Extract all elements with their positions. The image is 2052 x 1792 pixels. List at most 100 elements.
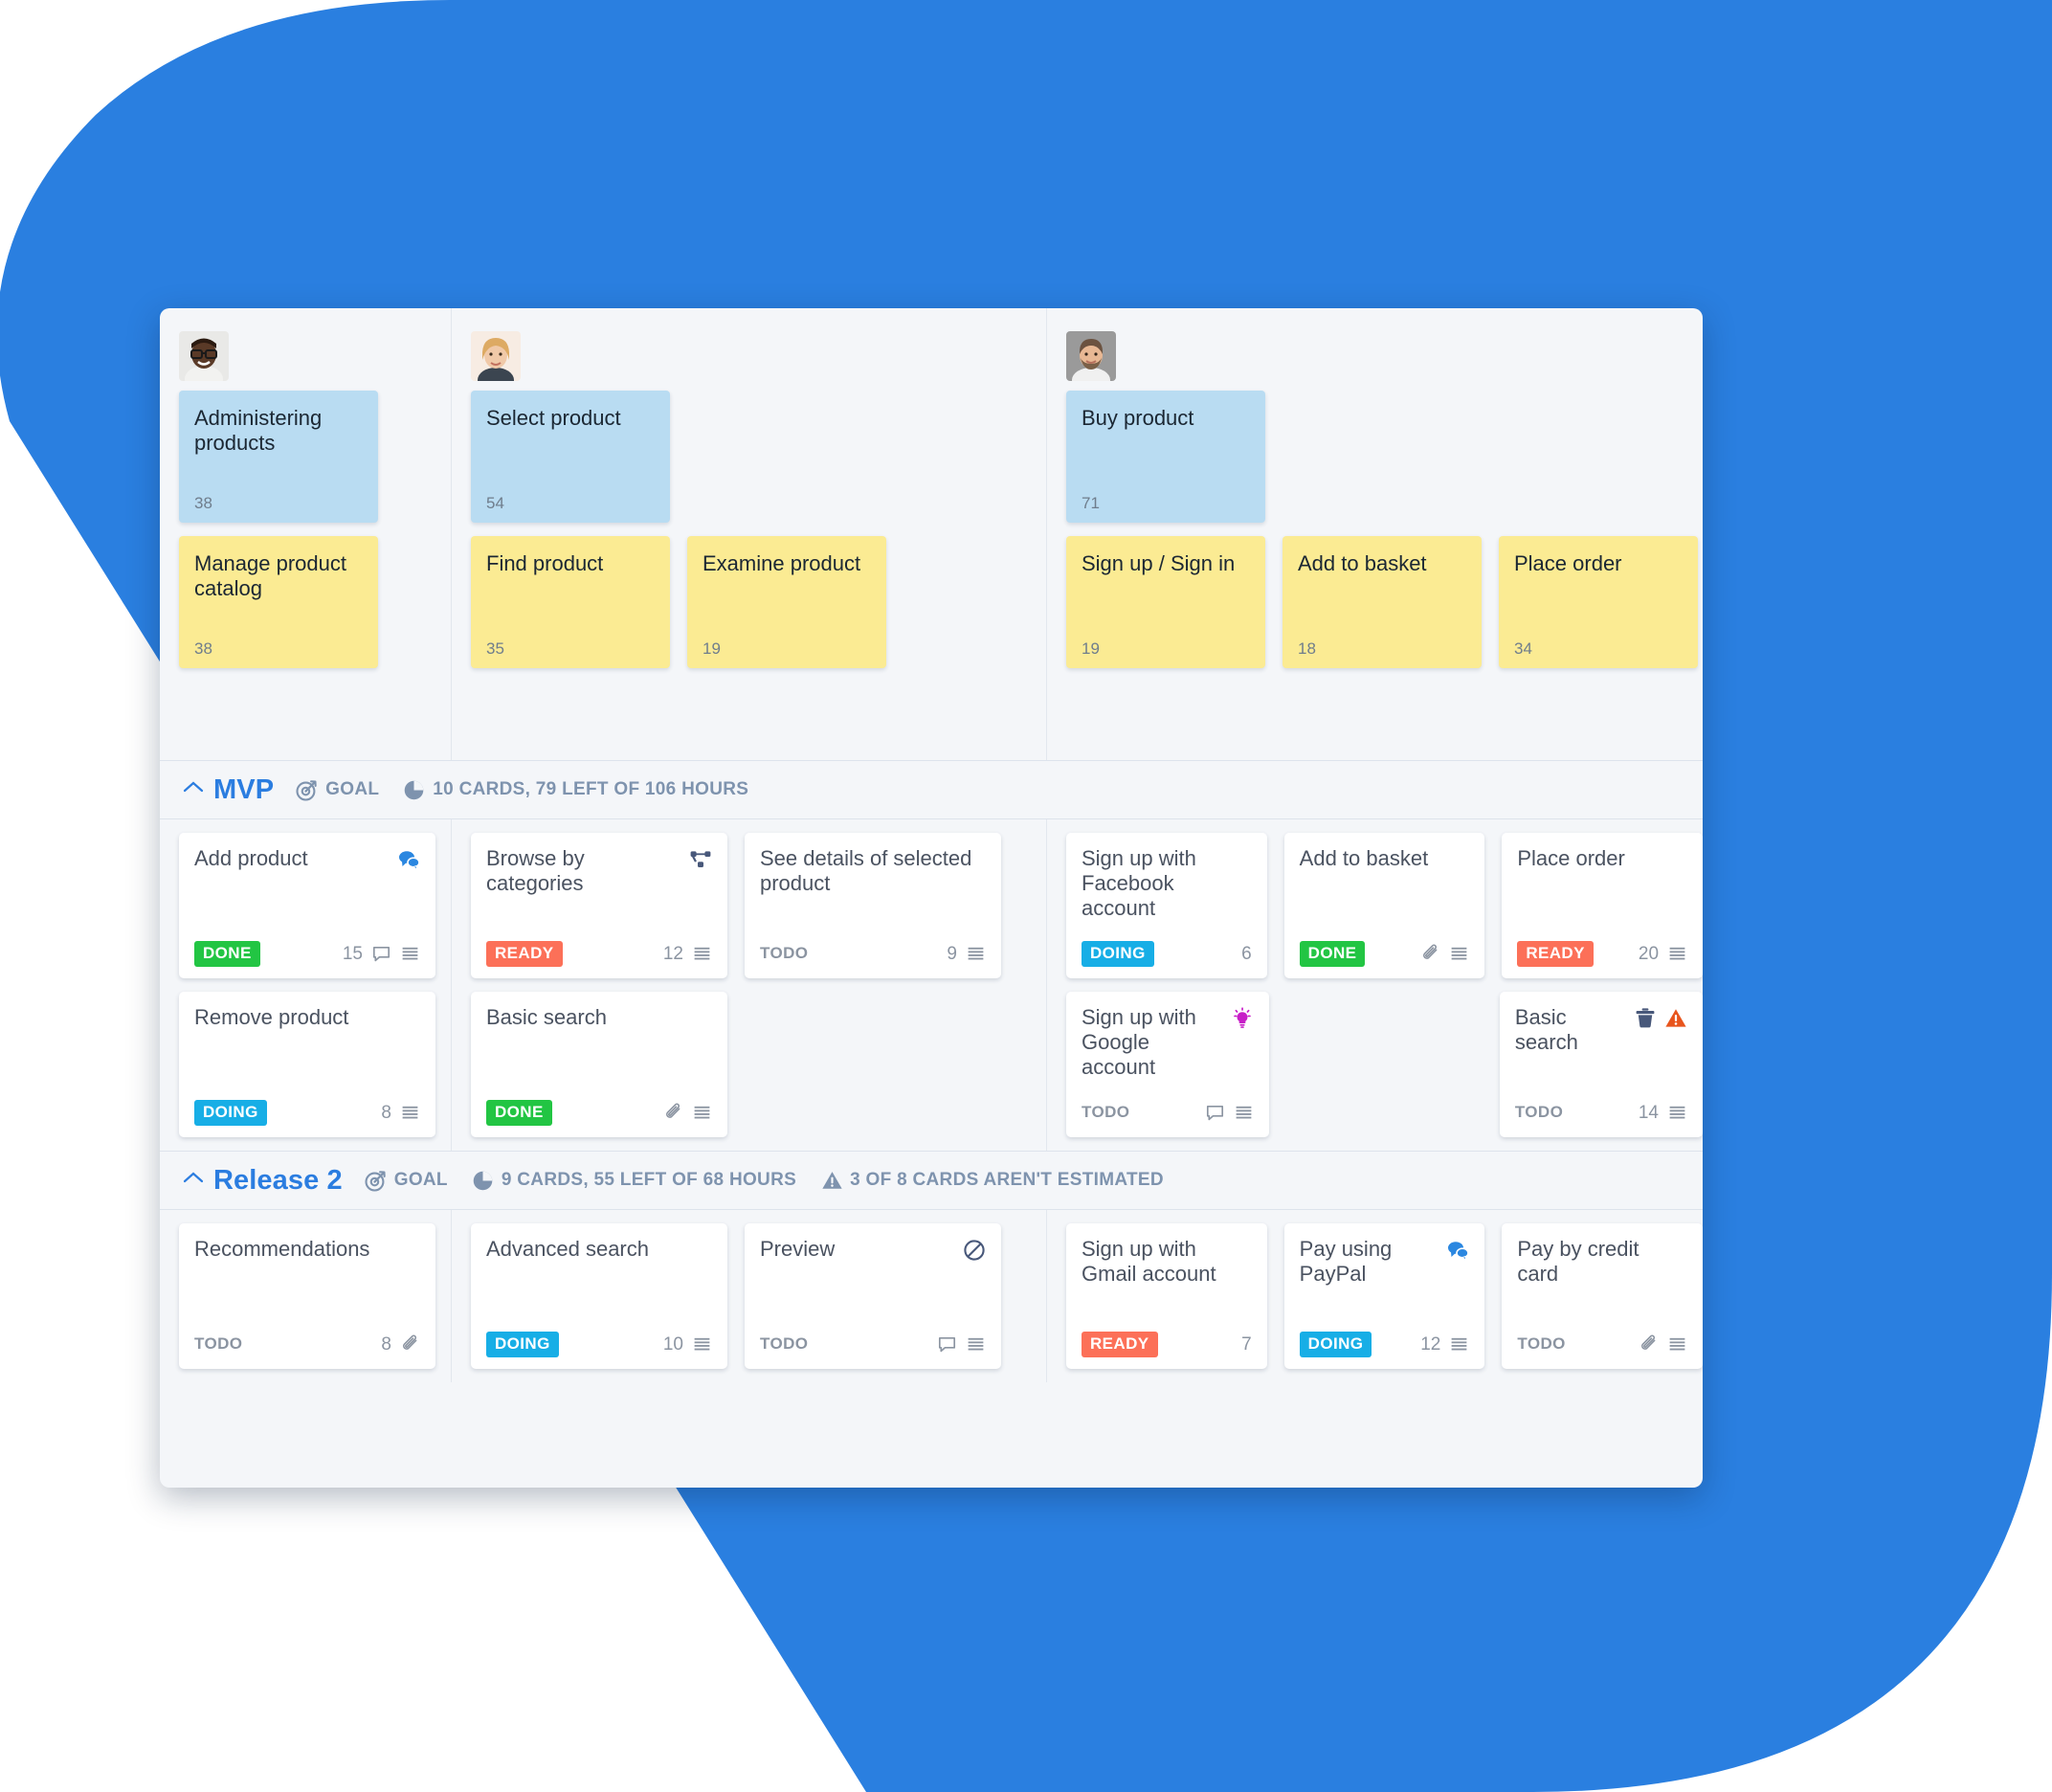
card-footer-meta bbox=[1639, 1334, 1687, 1355]
status-badge[interactable]: DOING bbox=[486, 1332, 559, 1357]
activity-note[interactable]: Select product 54 bbox=[471, 391, 670, 523]
status-badge[interactable]: DOING bbox=[194, 1100, 267, 1126]
task-note-title: Manage product catalog bbox=[194, 551, 346, 600]
release-progress-chip[interactable]: 10 CARDS, 79 LEFT OF 106 HOURS bbox=[402, 778, 748, 802]
trash-icon[interactable] bbox=[1634, 1007, 1657, 1030]
release-name[interactable]: Release 2 bbox=[213, 1165, 343, 1197]
task-note[interactable]: Find product 35 bbox=[471, 536, 670, 668]
avatar-bearded-man[interactable] bbox=[1066, 331, 1116, 381]
story-card[interactable]: Advanced search DOING 10 bbox=[471, 1223, 727, 1369]
story-card[interactable]: Browse by categories READY 12 bbox=[471, 833, 727, 978]
release-header: Release 2 GOAL 9 CARDS, 55 LEFT OF 68 HOUR… bbox=[160, 1151, 1703, 1210]
progress-label: 9 CARDS, 55 LEFT OF 68 HOURS bbox=[501, 1170, 797, 1190]
description-icon[interactable] bbox=[1449, 944, 1469, 964]
task-note[interactable]: Add to basket 18 bbox=[1282, 536, 1482, 668]
card-header: Basic search bbox=[1515, 1005, 1687, 1055]
task-note[interactable]: Sign up / Sign in 19 bbox=[1066, 536, 1265, 668]
story-card[interactable]: Remove product DOING 8 bbox=[179, 992, 435, 1137]
card-header: Add to basket bbox=[1300, 846, 1470, 871]
description-icon[interactable] bbox=[966, 1334, 986, 1355]
release-goal-chip[interactable]: GOAL bbox=[364, 1169, 448, 1193]
avatar-dark-man-glasses[interactable] bbox=[179, 331, 229, 381]
story-card[interactable]: Sign up with Google account TODO bbox=[1066, 992, 1270, 1137]
status-badge[interactable]: READY bbox=[486, 941, 563, 967]
status-badge[interactable]: DOING bbox=[1299, 1332, 1372, 1357]
release-goal-chip[interactable]: GOAL bbox=[295, 778, 379, 802]
story-card[interactable]: See details of selected product TODO 9 bbox=[745, 833, 1001, 978]
story-card[interactable]: Add product DONE 15 bbox=[179, 833, 435, 978]
estimate-value: 9 bbox=[947, 943, 957, 964]
story-column: Add product DONE 15 Remove product DOING 8 bbox=[160, 819, 451, 1151]
card-footer-meta bbox=[1205, 1103, 1254, 1123]
status-badge[interactable]: READY bbox=[1082, 1332, 1158, 1357]
comment-outline-icon[interactable] bbox=[1205, 1103, 1225, 1123]
release-name[interactable]: MVP bbox=[213, 774, 274, 806]
card-header-icons bbox=[963, 1237, 986, 1262]
status-badge[interactable]: DONE bbox=[194, 941, 260, 967]
task-note-title: Examine product bbox=[703, 551, 861, 575]
description-icon[interactable] bbox=[692, 1103, 712, 1123]
comment-outline-icon[interactable] bbox=[371, 944, 391, 964]
description-icon[interactable] bbox=[400, 944, 420, 964]
story-card[interactable]: Add to basket DONE bbox=[1283, 833, 1485, 978]
status-badge[interactable]: READY bbox=[1517, 941, 1594, 967]
activity-note-number: 54 bbox=[486, 494, 504, 512]
status-badge[interactable]: DONE bbox=[486, 1100, 552, 1126]
story-card[interactable]: Sign up with Gmail account READY 7 bbox=[1066, 1223, 1267, 1369]
comments-icon[interactable] bbox=[1446, 1239, 1470, 1262]
story-column: Sign up with Facebook account DOING 6 Add t… bbox=[1046, 819, 1703, 1151]
story-card[interactable]: Basic search DONE bbox=[471, 992, 727, 1137]
attachment-icon[interactable] bbox=[1639, 1334, 1659, 1355]
card-header: Place order bbox=[1517, 846, 1687, 871]
status-badge[interactable]: TODO bbox=[760, 1332, 808, 1357]
estimate-value: 20 bbox=[1638, 943, 1660, 964]
release-progress-chip[interactable]: 9 CARDS, 55 LEFT OF 68 HOURS bbox=[471, 1169, 796, 1193]
attachment-icon[interactable] bbox=[1420, 944, 1440, 964]
story-card[interactable]: Pay by credit card TODO bbox=[1502, 1223, 1703, 1369]
task-note[interactable]: Manage product catalog 38 bbox=[179, 536, 378, 668]
story-card[interactable]: Recommendations TODO 8 bbox=[179, 1223, 435, 1369]
description-icon[interactable] bbox=[1667, 1103, 1687, 1123]
avatar-blonde-woman[interactable] bbox=[471, 331, 521, 381]
description-icon[interactable] bbox=[1667, 944, 1687, 964]
description-icon[interactable] bbox=[692, 944, 712, 964]
attachment-icon[interactable] bbox=[663, 1103, 683, 1123]
activity-note[interactable]: Administering products 38 bbox=[179, 391, 378, 523]
story-card[interactable]: Preview TODO bbox=[745, 1223, 1001, 1369]
status-badge[interactable]: TODO bbox=[1517, 1332, 1565, 1357]
warning-icon[interactable] bbox=[1664, 1007, 1687, 1030]
status-badge[interactable]: DOING bbox=[1082, 941, 1154, 967]
description-icon[interactable] bbox=[966, 944, 986, 964]
lightbulb-icon[interactable] bbox=[1231, 1007, 1254, 1030]
estimate-value: 15 bbox=[342, 943, 363, 964]
activity-note[interactable]: Buy product 71 bbox=[1066, 391, 1265, 523]
status-badge[interactable]: TODO bbox=[1515, 1100, 1563, 1126]
description-icon[interactable] bbox=[1449, 1334, 1469, 1355]
split-branch-icon[interactable] bbox=[689, 848, 712, 871]
chevron-up-icon[interactable] bbox=[183, 1168, 204, 1189]
release-warning-chip[interactable]: 3 OF 8 CARDS AREN'T ESTIMATED bbox=[821, 1170, 1164, 1192]
attachment-icon[interactable] bbox=[400, 1334, 420, 1355]
story-column: Advanced search DOING 10 Preview TODO bbox=[451, 1210, 1046, 1382]
comment-outline-icon[interactable] bbox=[937, 1334, 957, 1355]
card-header-icons bbox=[1634, 1005, 1687, 1030]
story-card[interactable]: Pay using PayPal DOING 12 bbox=[1283, 1223, 1485, 1369]
comments-icon[interactable] bbox=[397, 848, 420, 871]
card-header: Pay by credit card bbox=[1517, 1237, 1687, 1287]
story-card[interactable]: Sign up with Facebook account DOING 6 bbox=[1066, 833, 1267, 978]
chevron-up-icon[interactable] bbox=[183, 777, 204, 798]
description-icon[interactable] bbox=[1234, 1103, 1254, 1123]
blocked-icon[interactable] bbox=[963, 1239, 986, 1262]
story-card[interactable]: Basic search TODO 14 bbox=[1499, 992, 1703, 1137]
task-note[interactable]: Examine product 19 bbox=[687, 536, 886, 668]
story-card[interactable]: Place order READY 20 bbox=[1502, 833, 1703, 978]
task-note-row: Manage product catalog 38 bbox=[160, 536, 451, 668]
status-badge[interactable]: TODO bbox=[760, 941, 808, 967]
status-badge[interactable]: TODO bbox=[1082, 1100, 1129, 1126]
description-icon[interactable] bbox=[692, 1334, 712, 1355]
description-icon[interactable] bbox=[400, 1103, 420, 1123]
status-badge[interactable]: TODO bbox=[194, 1332, 242, 1357]
status-badge[interactable]: DONE bbox=[1299, 941, 1366, 967]
task-note[interactable]: Place order 34 bbox=[1499, 536, 1698, 668]
description-icon[interactable] bbox=[1667, 1334, 1687, 1355]
